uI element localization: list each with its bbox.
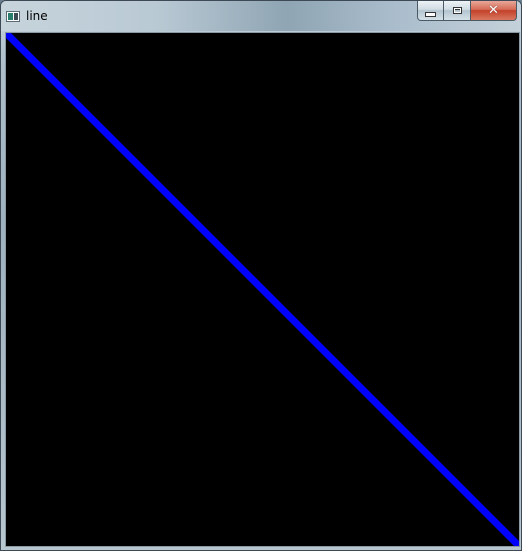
close-button[interactable]: ✕	[471, 1, 517, 21]
line-drawing	[6, 33, 519, 546]
close-icon: ✕	[488, 3, 499, 18]
app-icon[interactable]	[6, 11, 20, 22]
window-title: line	[26, 9, 48, 23]
maximize-button[interactable]	[444, 1, 471, 21]
title-bar[interactable]: line ✕	[1, 1, 521, 31]
minimize-icon	[425, 11, 436, 17]
image-canvas	[5, 32, 520, 547]
minimize-button[interactable]	[417, 1, 444, 21]
maximize-icon	[452, 7, 462, 14]
app-window: line ✕	[0, 0, 522, 551]
